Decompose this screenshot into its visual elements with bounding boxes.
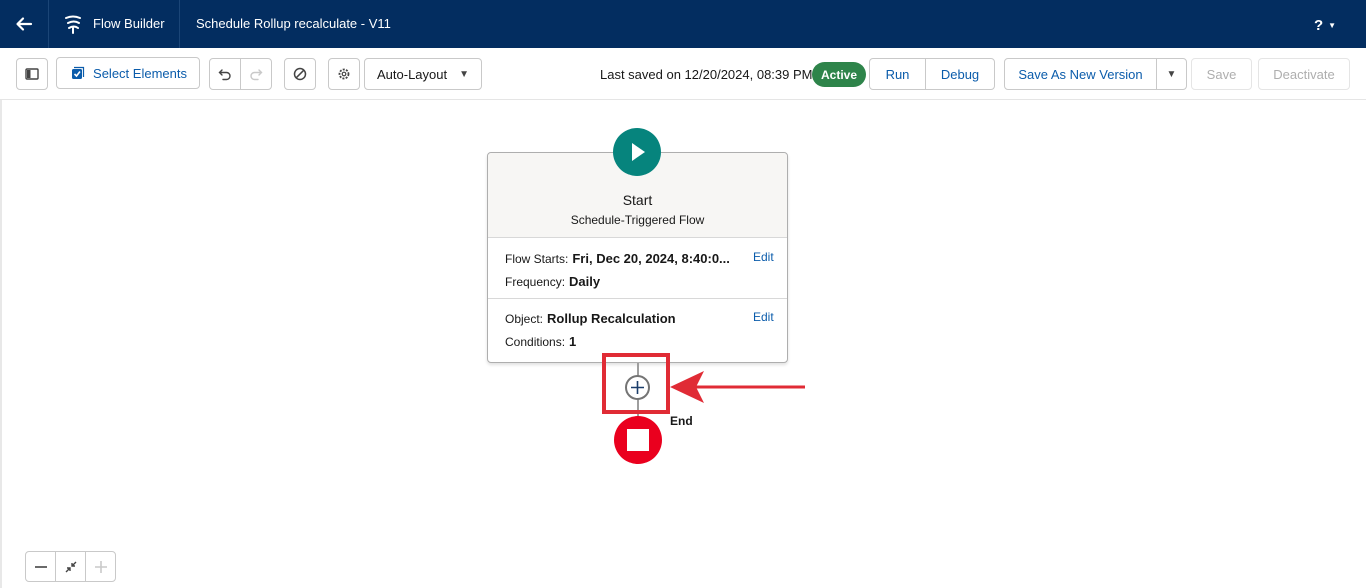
save-label: Save: [1206, 66, 1237, 82]
debug-label: Debug: [940, 66, 980, 82]
save-as-new-version-label: Save As New Version: [1018, 66, 1143, 82]
flow-icon: [65, 15, 81, 34]
object-value: Rollup Recalculation: [547, 311, 676, 326]
checkbox-icon: [72, 66, 85, 79]
end-label: End: [670, 414, 693, 428]
select-elements-label: Select Elements: [93, 65, 187, 81]
header-divider: [179, 0, 180, 48]
layout-select[interactable]: Auto-Layout ▼: [364, 58, 482, 90]
flow-starts-row: Flow Starts: Fri, Dec 20, 2024, 8:40:0...: [505, 251, 730, 266]
conditions-label: Conditions:: [505, 335, 566, 349]
frequency-value: Daily: [569, 274, 601, 289]
help-menu-button[interactable]: ? ▼: [1314, 14, 1344, 36]
run-button[interactable]: Run: [869, 58, 926, 90]
arrow-left-icon: [16, 17, 33, 31]
back-button[interactable]: [0, 0, 48, 48]
toggle-panel-button[interactable]: [16, 58, 48, 90]
help-label: ?: [1314, 16, 1324, 34]
start-node-icon[interactable]: [613, 128, 661, 176]
select-elements-button[interactable]: Select Elements: [56, 57, 200, 89]
chevron-down-icon: ▼: [1166, 68, 1177, 80]
contract-icon: [65, 561, 76, 572]
deactivate-button[interactable]: Deactivate: [1258, 58, 1350, 90]
edit-schedule-link[interactable]: Edit: [753, 250, 774, 264]
play-icon: [632, 143, 645, 161]
fit-to-view-button[interactable]: [55, 551, 86, 582]
header-divider: [48, 0, 49, 48]
object-label: Object:: [505, 312, 544, 326]
conditions-value: 1: [569, 334, 577, 349]
toggle-panel-icon: [25, 68, 39, 80]
last-saved-text: Last saved on 12/20/2024, 08:39 PM: [600, 67, 813, 82]
object-row: Object: Rollup Recalculation: [505, 311, 676, 326]
run-label: Run: [885, 66, 910, 82]
debug-button[interactable]: Debug: [925, 58, 995, 90]
chevron-down-icon: ▼: [459, 68, 469, 80]
start-element-card[interactable]: Start Schedule-Triggered Flow Flow Start…: [487, 152, 788, 363]
minus-icon: [34, 565, 47, 568]
stop-icon: [627, 429, 649, 451]
zoom-controls: [25, 551, 118, 582]
save-button[interactable]: Save: [1191, 58, 1252, 90]
end-node-icon[interactable]: [614, 416, 662, 464]
undo-icon: [218, 69, 231, 81]
deactivate-label: Deactivate: [1273, 66, 1335, 82]
stop-button[interactable]: [284, 58, 316, 90]
zoom-out-button[interactable]: [25, 551, 56, 582]
settings-button[interactable]: [328, 58, 360, 90]
app-name: Flow Builder: [93, 16, 165, 31]
flow-starts-value: Fri, Dec 20, 2024, 8:40:0...: [572, 251, 730, 266]
arrow-annotation-icon: [670, 371, 805, 403]
plus-icon: [94, 560, 107, 573]
conditions-row: Conditions: 1: [505, 334, 576, 349]
ban-icon: [293, 67, 307, 81]
layout-select-value: Auto-Layout: [377, 66, 448, 82]
chevron-down-icon: ▼: [1328, 20, 1337, 30]
redo-button[interactable]: [240, 58, 272, 90]
edit-object-link[interactable]: Edit: [753, 310, 774, 324]
app-header: Flow Builder Schedule Rollup recalculate…: [0, 0, 1366, 48]
status-badge: Active: [812, 62, 866, 87]
highlight-box: [602, 353, 670, 414]
card-divider: [488, 298, 787, 299]
start-subtitle: Schedule-Triggered Flow: [570, 213, 705, 227]
flow-title: Schedule Rollup recalculate - V11: [196, 16, 391, 31]
start-title: Start: [622, 192, 653, 208]
zoom-in-button[interactable]: [85, 551, 116, 582]
undo-button[interactable]: [209, 58, 241, 90]
frequency-row: Frequency: Daily: [505, 274, 600, 289]
save-as-new-version-button[interactable]: Save As New Version: [1004, 58, 1157, 90]
save-options-button[interactable]: ▼: [1156, 58, 1187, 90]
flow-starts-label: Flow Starts:: [505, 252, 569, 266]
gear-icon: [338, 68, 350, 80]
redo-icon: [250, 69, 263, 81]
frequency-label: Frequency:: [505, 275, 566, 289]
